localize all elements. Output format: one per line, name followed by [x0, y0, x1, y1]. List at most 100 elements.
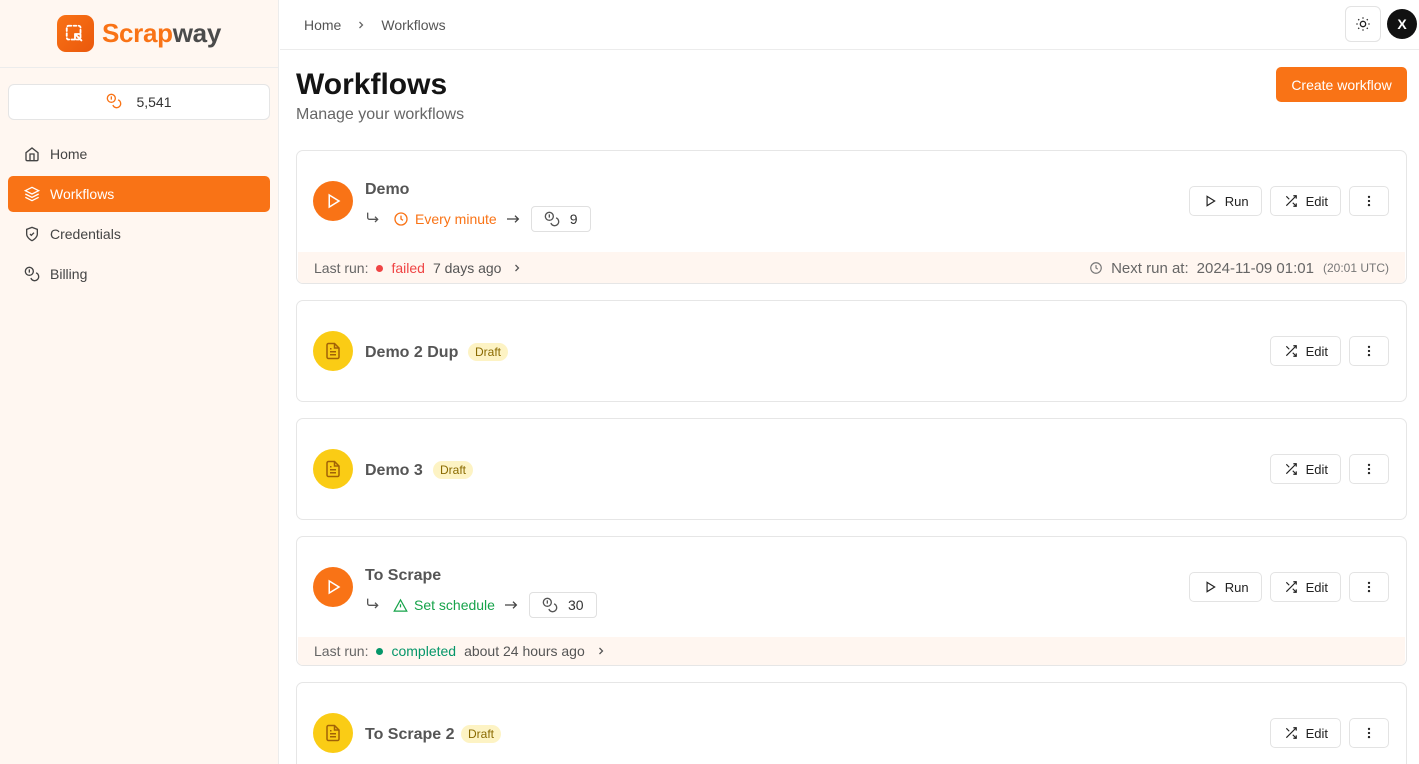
workflow-card: To Scrape 2 Draft Edit	[296, 682, 1407, 764]
more-vertical-icon	[1367, 463, 1371, 475]
credits-balance[interactable]: 5,541	[8, 84, 270, 120]
edit-label: Edit	[1305, 725, 1328, 741]
play-icon	[313, 567, 353, 607]
edit-button[interactable]: Edit	[1269, 454, 1341, 484]
more-options-button[interactable]	[1349, 186, 1389, 216]
chevron-right-icon	[355, 19, 367, 31]
shuffle-icon	[1285, 195, 1297, 207]
chevron-right-icon[interactable]	[595, 645, 607, 657]
workflow-meta: Every minute 9	[365, 206, 591, 232]
shuffle-icon	[1285, 727, 1297, 739]
credits-cost: 30	[528, 592, 597, 618]
more-options-button[interactable]	[1349, 454, 1389, 484]
credits-cost-value: 30	[567, 597, 584, 613]
play-icon	[1206, 195, 1216, 207]
shuffle-icon	[1285, 345, 1297, 357]
create-workflow-button[interactable]: Create workflow	[1276, 67, 1407, 102]
edit-label: Edit	[1305, 343, 1328, 359]
sidebar-item-billing[interactable]: Billing	[8, 256, 270, 292]
sidebar-item-label: Workflows	[50, 186, 115, 202]
next-run-time: 2024-11-09 01:01	[1196, 259, 1314, 277]
workflow-actions: Run Edit	[1188, 186, 1389, 216]
edit-label: Edit	[1305, 461, 1328, 477]
draft-badge: Draft	[461, 725, 502, 743]
coins-icon	[544, 211, 560, 227]
layers-icon	[24, 186, 40, 202]
brand[interactable]: Scrapway	[0, 0, 278, 68]
more-vertical-icon	[1367, 345, 1371, 357]
workflow-name[interactable]: To Scrape 2	[365, 726, 455, 744]
workflow-name[interactable]: Demo 3	[365, 462, 423, 480]
sidebar-item-home[interactable]: Home	[8, 136, 270, 172]
topbar: Home Workflows X	[280, 0, 1419, 50]
edit-button[interactable]: Edit	[1269, 572, 1341, 602]
shuffle-icon	[1285, 581, 1297, 593]
corner-down-right-icon	[365, 210, 381, 229]
sidebar-item-workflows[interactable]: Workflows	[8, 176, 270, 212]
coins-icon	[106, 93, 122, 112]
workflow-card: Demo Every minute 9 Run Edit Last run: f…	[296, 150, 1407, 284]
page-subtitle: Manage your workflows	[296, 106, 465, 123]
run-label: Run	[1224, 193, 1249, 209]
theme-toggle-button[interactable]	[1345, 6, 1381, 42]
credits-cost-value: 9	[569, 211, 578, 227]
workflow-actions: Edit	[1269, 454, 1389, 484]
last-run-time[interactable]: about 24 hours ago	[464, 643, 585, 659]
coins-icon	[542, 597, 558, 613]
edit-button[interactable]: Edit	[1269, 336, 1341, 366]
logo-icon	[56, 15, 94, 52]
workflow-name[interactable]: To Scrape	[365, 567, 441, 585]
last-run-time[interactable]: 7 days ago	[433, 260, 502, 276]
workflow-actions: Edit	[1269, 718, 1389, 748]
corner-down-right-icon	[365, 596, 381, 615]
sidebar-item-label: Billing	[50, 266, 88, 282]
schedule-label: Every minute	[415, 211, 497, 227]
workflow-name[interactable]: Demo	[365, 181, 409, 199]
run-button[interactable]: Run	[1188, 572, 1262, 602]
more-vertical-icon	[1367, 727, 1371, 739]
schedule-trigger[interactable]: Set schedule	[393, 597, 495, 613]
next-run-label: Next run at:	[1111, 259, 1189, 277]
draft-badge: Draft	[433, 461, 474, 479]
edit-button[interactable]: Edit	[1269, 186, 1341, 216]
workflow-card: Demo 3 Draft Edit	[296, 418, 1407, 520]
sidebar: Scrapway 5,541 Home Workflows Credential…	[0, 0, 279, 764]
more-options-button[interactable]	[1349, 572, 1389, 602]
last-run-label: Last run:	[314, 643, 369, 659]
edit-label: Edit	[1305, 579, 1328, 595]
credits-value: 5,541	[136, 94, 172, 110]
more-options-button[interactable]	[1349, 336, 1389, 366]
chevron-right-icon[interactable]	[511, 262, 523, 274]
coins-icon	[24, 266, 40, 282]
last-run-status: failed	[391, 260, 425, 276]
schedule-label: Set schedule	[414, 597, 495, 613]
sidebar-item-label: Credentials	[50, 226, 121, 242]
last-run-bar: Last run: failed 7 days ago Next run at:…	[298, 252, 1405, 283]
last-run-label: Last run:	[314, 260, 369, 276]
edit-label: Edit	[1305, 193, 1328, 209]
more-options-button[interactable]	[1349, 718, 1389, 748]
next-run-utc: (20:01 UTC)	[1322, 261, 1389, 275]
file-text-icon	[313, 331, 353, 371]
arrow-right-icon	[505, 211, 521, 227]
last-run-status: completed	[391, 643, 457, 659]
more-vertical-icon	[1367, 195, 1371, 207]
sidebar-nav: Home Workflows Credentials Billing	[8, 136, 270, 296]
workflow-name[interactable]: Demo 2 Dup	[365, 344, 458, 362]
schedule-trigger[interactable]: Every minute	[393, 211, 497, 227]
play-icon	[1206, 581, 1216, 593]
run-button[interactable]: Run	[1188, 186, 1262, 216]
shuffle-icon	[1285, 463, 1297, 475]
credits-cost: 9	[530, 206, 591, 232]
sidebar-item-credentials[interactable]: Credentials	[8, 216, 270, 252]
breadcrumb-home[interactable]: Home	[304, 17, 341, 33]
file-text-icon	[313, 449, 353, 489]
last-run-bar: Last run: completed about 24 hours ago	[298, 637, 1405, 665]
clock-icon	[394, 212, 408, 226]
workflow-meta: Set schedule 30	[365, 592, 597, 618]
sun-icon	[1356, 17, 1370, 31]
sidebar-item-label: Home	[50, 146, 88, 162]
home-icon	[25, 147, 39, 162]
edit-button[interactable]: Edit	[1269, 718, 1341, 748]
avatar[interactable]: X	[1387, 9, 1417, 39]
